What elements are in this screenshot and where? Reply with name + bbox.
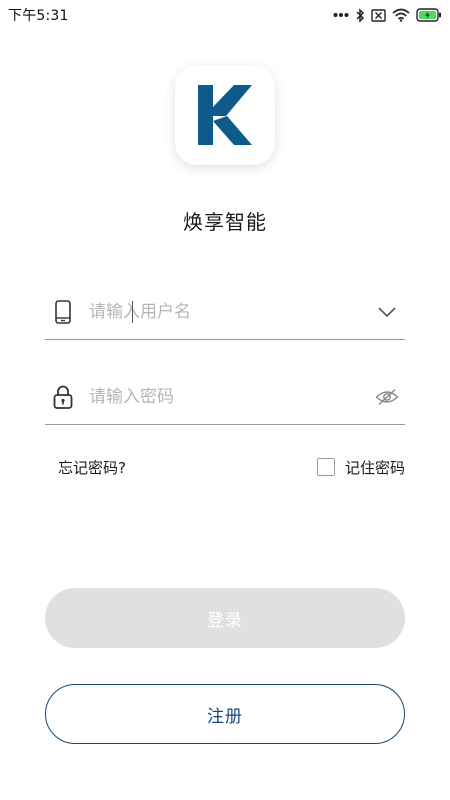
chevron-down-icon[interactable] [371, 296, 403, 328]
wifi-icon [392, 8, 410, 22]
text-caret [132, 301, 133, 323]
remember-password[interactable]: 记住密码 [316, 457, 405, 478]
login-screen: 下午5:31 焕享智能 请输入用户名 忘记密码? 记住密码 登录 注册 [0, 0, 450, 800]
bluetooth-icon [355, 7, 365, 23]
more-dots-icon [333, 12, 349, 18]
register-button[interactable]: 注册 [45, 684, 405, 744]
eye-off-icon[interactable] [371, 381, 403, 413]
remember-label: 记住密码 [344, 458, 405, 477]
app-name: 焕享智能 [183, 210, 267, 234]
password-field[interactable] [45, 369, 405, 425]
remember-checkbox[interactable] [316, 458, 335, 476]
forgot-password-link[interactable]: 忘记密码? [58, 457, 126, 478]
app-logo [175, 65, 275, 165]
app-logo-icon [198, 85, 252, 145]
battery-charging-icon [416, 8, 442, 22]
status-bar: 下午5:31 [0, 0, 450, 30]
options-row: 忘记密码? 记住密码 [58, 455, 405, 479]
lock-icon [47, 381, 79, 413]
username-field[interactable] [45, 284, 405, 340]
sim-off-icon [371, 8, 386, 22]
status-time: 下午5:31 [8, 8, 69, 24]
phone-icon [47, 296, 79, 328]
status-icons [333, 7, 442, 23]
password-input[interactable] [89, 376, 371, 417]
login-button[interactable]: 登录 [45, 588, 405, 648]
